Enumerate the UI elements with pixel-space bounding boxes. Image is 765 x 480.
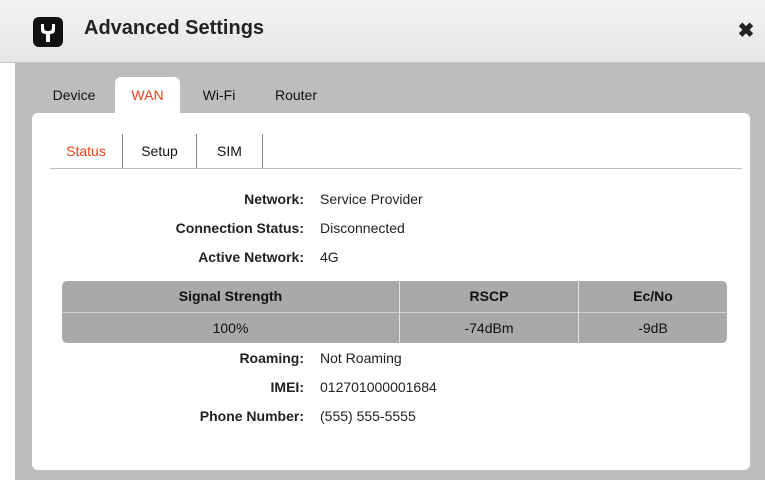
connection-status-label: Connection Status: [175,220,304,236]
tab-wifi[interactable]: Wi-Fi [185,77,253,113]
phone-number-value: (555) 555-5555 [320,408,416,424]
main-tabs: Device WAN Wi-Fi Router [15,77,765,113]
tool-icon [33,17,63,47]
dialog-title: Advanced Settings [84,17,265,39]
ecno-header: Ec/No [633,288,673,304]
tab-router[interactable]: Router [258,77,334,113]
subtab-sim[interactable]: SIM [197,134,262,168]
tab-wan[interactable]: WAN [115,77,180,113]
roaming-label: Roaming: [239,350,304,366]
active-network-value: 4G [320,249,339,265]
signal-strength-header: Signal Strength [178,288,283,304]
sub-tabs: Status Setup SIM [50,134,742,169]
signal-table: Signal Strength RSCP Ec/No 100% -74dBm -… [62,281,727,343]
subtab-status[interactable]: Status [50,134,122,168]
column-divider [578,281,579,343]
roaming-value: Not Roaming [320,350,402,366]
subtab-setup[interactable]: Setup [123,134,196,168]
imei-label: IMEI: [270,379,304,395]
tab-device[interactable]: Device [36,77,112,113]
signal-table-header: Signal Strength RSCP Ec/No [62,281,727,312]
signal-strength-value: 100% [212,320,249,336]
network-label: Network: [244,191,304,207]
dialog-body: Device WAN Wi-Fi Router Status Setup SIM… [15,63,765,480]
phone-number-label: Phone Number: [199,408,304,424]
advanced-settings-dialog: Advanced Settings ✖ Device WAN Wi-Fi Rou… [0,0,765,480]
active-network-label: Active Network: [198,249,304,265]
imei-value: 012701000001684 [320,379,437,395]
subtab-divider [262,134,263,168]
wan-panel: Status Setup SIM Network: Service Provid… [32,113,750,470]
rscp-header: RSCP [469,288,509,304]
title-bar: Advanced Settings ✖ [0,0,765,63]
column-divider [399,281,400,343]
signal-table-row: 100% -74dBm -9dB [62,312,727,343]
rscp-value: -74dBm [464,320,514,336]
close-icon[interactable]: ✖ [735,20,757,42]
ecno-value: -9dB [638,320,668,336]
connection-status-value: Disconnected [320,220,405,236]
network-value: Service Provider [320,191,423,207]
